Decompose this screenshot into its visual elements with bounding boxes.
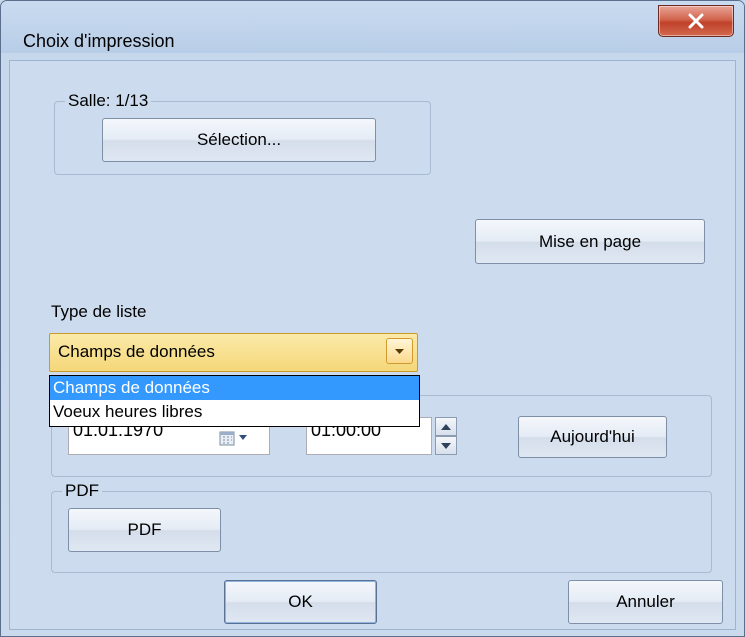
calendar-dropdown-icon[interactable] xyxy=(219,430,259,446)
page-setup-button[interactable]: Mise en page xyxy=(475,219,705,264)
arrow-down-icon xyxy=(441,442,451,449)
today-button[interactable]: Aujourd'hui xyxy=(518,416,667,458)
dropdown-option[interactable]: Voeux heures libres xyxy=(50,400,419,424)
ok-button[interactable]: OK xyxy=(224,580,377,624)
pdf-button[interactable]: PDF xyxy=(68,508,221,552)
list-type-label: Type de liste xyxy=(51,302,147,321)
pdf-group-label: PDF xyxy=(62,481,102,501)
time-spin-down-button[interactable] xyxy=(435,436,457,455)
title-bar: Choix d'impression xyxy=(1,1,744,53)
close-button[interactable] xyxy=(658,5,734,37)
dropdown-option[interactable]: Champs de données xyxy=(50,376,419,400)
selection-button[interactable]: Sélection... xyxy=(102,118,376,162)
time-spin-up-button[interactable] xyxy=(435,417,457,436)
arrow-up-icon xyxy=(441,423,451,430)
cancel-button[interactable]: Annuler xyxy=(568,580,723,624)
print-choice-dialog: Choix d'impression Salle: 1/13 Sélection… xyxy=(0,0,745,637)
dialog-content: Salle: 1/13 Sélection... Mise en page Ty… xyxy=(9,60,736,630)
list-type-combo[interactable]: Champs de données xyxy=(49,333,418,372)
window-title: Choix d'impression xyxy=(23,31,175,51)
salle-label: Salle: 1/13 xyxy=(65,91,152,111)
chevron-down-icon xyxy=(395,348,404,354)
combo-dropdown-button[interactable] xyxy=(386,338,413,364)
list-type-selected: Champs de données xyxy=(58,342,215,361)
list-type-dropdown: Champs de données Voeux heures libres xyxy=(49,375,420,427)
close-icon xyxy=(688,13,704,29)
